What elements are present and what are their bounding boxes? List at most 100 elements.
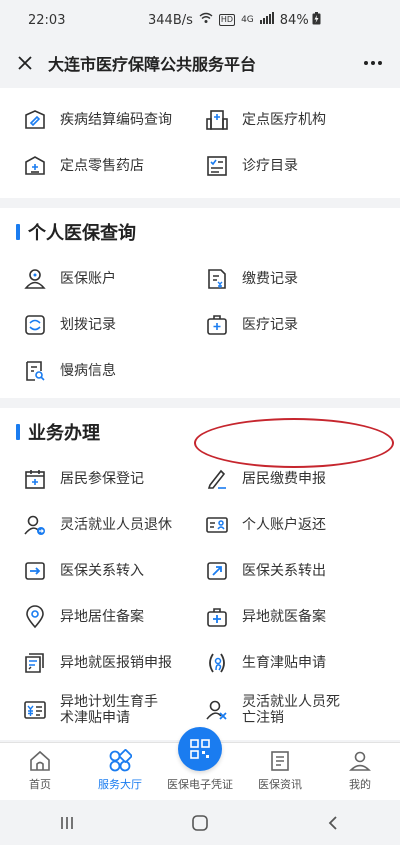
service-relation-transfer-out[interactable]: 医保关系转出 [200, 548, 400, 594]
section-title: 个人医保查询 [28, 223, 136, 244]
service-payment-records[interactable]: 缴费记录 [200, 256, 400, 302]
user-icon [22, 266, 48, 292]
business-card: 业务办理 居民参保登记 居民缴费申报 灵活就业人员退休 个人账户返还 医保关系转… [0, 408, 400, 740]
pen-icon [204, 466, 230, 492]
medical-kit-icon [204, 312, 230, 338]
tab-service-hall[interactable]: 服务大厅 [80, 743, 160, 800]
tag-box-icon [22, 107, 48, 133]
service-label: 疾病结算编码查询 [60, 112, 172, 128]
hd-badge: HD [218, 14, 236, 26]
more-options-icon[interactable] [358, 50, 388, 76]
hospital-icon [204, 107, 230, 133]
personal-query-card: 个人医保查询 医保账户 缴费记录 划拨记录 医疗记录 慢病信息 [0, 208, 400, 398]
money-doc-icon [22, 697, 48, 723]
tab-e-voucher[interactable]: 医保电子凭证 [160, 727, 240, 800]
battery-icon [312, 11, 321, 29]
wifi-icon [199, 12, 213, 28]
service-label: 异地计划生育手术津贴申请 [60, 694, 158, 726]
home-icon [28, 749, 52, 773]
service-label: 生育津贴申请 [242, 655, 326, 671]
status-bar: 22:03 344B/s HD 4G 84% [0, 0, 400, 40]
page-title: 大连市医疗保障公共服务平台 [48, 55, 257, 74]
service-disease-code-query[interactable]: 疾病结算编码查询 [0, 97, 200, 143]
status-indicators: 344B/s HD 4G 84% [148, 11, 372, 29]
network-type: 4G [241, 15, 254, 25]
payment-doc-icon [204, 266, 230, 292]
tab-news[interactable]: 医保资讯 [240, 743, 320, 800]
title-bar: 大连市医疗保障公共服务平台 [0, 40, 400, 86]
service-label: 异地居住备案 [60, 609, 144, 625]
service-label: 医保关系转入 [60, 563, 144, 579]
service-remote-family-planning-allowance[interactable]: 异地计划生育手术津贴申请 [0, 686, 200, 734]
service-maternity-allowance[interactable]: 生育津贴申请 [200, 640, 400, 686]
tab-label: 首页 [29, 778, 51, 791]
search-doc-icon [22, 358, 48, 384]
service-chronic-disease-info[interactable]: 慢病信息 [0, 348, 200, 394]
home-nav-icon[interactable] [180, 808, 220, 838]
service-label: 异地就医报销申报 [60, 655, 172, 671]
profile-icon [348, 749, 372, 773]
service-label: 居民参保登记 [60, 471, 144, 487]
service-treatment-catalog[interactable]: 诊疗目录 [200, 143, 400, 189]
tab-home[interactable]: 首页 [0, 743, 80, 800]
tab-label: 我的 [349, 778, 371, 791]
service-label: 医保账户 [60, 271, 116, 287]
back-nav-icon[interactable] [313, 808, 353, 838]
news-icon [268, 749, 292, 773]
medical-bag-icon [204, 604, 230, 630]
service-label: 定点医疗机构 [242, 112, 326, 128]
service-designated-hospitals[interactable]: 定点医疗机构 [200, 97, 400, 143]
service-label: 灵活就业人员退休 [60, 517, 172, 533]
service-label: 异地就医备案 [242, 609, 326, 625]
service-personal-account-refund[interactable]: 个人账户返还 [200, 502, 400, 548]
service-label: 诊疗目录 [242, 158, 298, 174]
service-label: 定点零售药店 [60, 158, 144, 174]
arrow-out-icon [204, 558, 230, 584]
service-content: 疾病结算编码查询 定点医疗机构 定点零售药店 诊疗目录 个人医保查询 医保账户 … [0, 88, 400, 740]
system-navigation-bar [0, 800, 400, 845]
service-label: 缴费记录 [242, 271, 298, 287]
calendar-plus-icon [22, 466, 48, 492]
tab-label: 服务大厅 [98, 778, 142, 791]
location-icon [22, 604, 48, 630]
top-services-card: 疾病结算编码查询 定点医疗机构 定点零售药店 诊疗目录 [0, 88, 400, 198]
qr-code-icon[interactable] [178, 727, 222, 771]
claim-doc-icon [22, 650, 48, 676]
service-label: 医疗记录 [242, 317, 298, 333]
service-label: 个人账户返还 [242, 517, 326, 533]
maternity-icon [204, 650, 230, 676]
service-resident-enrollment[interactable]: 居民参保登记 [0, 456, 200, 502]
section-header: 个人医保查询 [0, 208, 400, 256]
checklist-icon [204, 153, 230, 179]
service-transfer-records[interactable]: 划拨记录 [0, 302, 200, 348]
service-relation-transfer-in[interactable]: 医保关系转入 [0, 548, 200, 594]
service-label: 医保关系转出 [242, 563, 326, 579]
service-label: 居民缴费申报 [242, 471, 326, 487]
recent-apps-icon[interactable] [47, 808, 87, 838]
section-title: 业务办理 [28, 423, 100, 444]
close-icon[interactable] [12, 50, 38, 76]
service-label: 灵活就业人员死亡注销 [242, 694, 340, 726]
service-insurance-account[interactable]: 医保账户 [0, 256, 200, 302]
service-remote-medical-filing[interactable]: 异地就医备案 [200, 594, 400, 640]
services-icon [108, 749, 132, 773]
section-accent-bar [16, 224, 20, 240]
id-card-icon [204, 512, 230, 538]
tab-label: 医保电子凭证 [167, 778, 233, 791]
status-time: 22:03 [28, 12, 66, 28]
arrow-in-icon [22, 558, 48, 584]
bottom-tab-bar: 首页 服务大厅 医保电子凭证 医保资讯 我的 [0, 727, 400, 800]
service-remote-reimbursement[interactable]: 异地就医报销申报 [0, 640, 200, 686]
section-accent-bar [16, 424, 20, 440]
service-resident-payment-declare[interactable]: 居民缴费申报 [200, 456, 400, 502]
pharmacy-icon [22, 153, 48, 179]
service-medical-records[interactable]: 医疗记录 [200, 302, 400, 348]
user-cancel-icon [204, 697, 230, 723]
service-designated-pharmacies[interactable]: 定点零售药店 [0, 143, 200, 189]
service-flexible-death-cancel[interactable]: 灵活就业人员死亡注销 [200, 686, 400, 734]
tab-mine[interactable]: 我的 [320, 743, 400, 800]
service-flexible-retirement[interactable]: 灵活就业人员退休 [0, 502, 200, 548]
service-label: 划拨记录 [60, 317, 116, 333]
service-remote-residence-filing[interactable]: 异地居住备案 [0, 594, 200, 640]
battery-level: 84% [279, 12, 309, 28]
